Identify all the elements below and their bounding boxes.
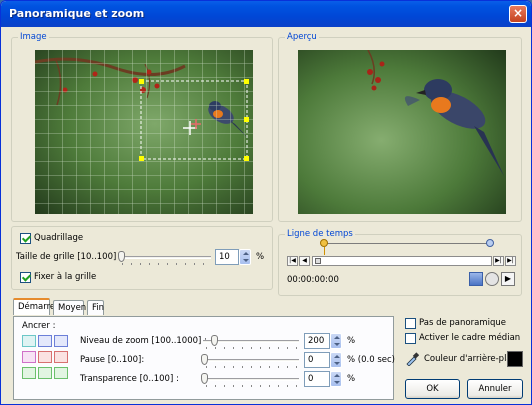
timeline-last-button[interactable]: ▶| [505,256,516,266]
close-icon: × [512,6,524,20]
timeline-group: Ligne de temps |◀ ◀ ▶| ▶| 00:00:00:00 ▶ [278,229,522,296]
anchor-top-left[interactable] [22,335,36,347]
image-group-label: Image [18,32,49,42]
dialog-body: Image Aperçu Quadrillage Taille de grill… [1,27,531,404]
pause-slider-ticks [206,366,298,368]
anchor-top-right[interactable] [54,335,68,347]
tab-middle[interactable]: Moyen [53,300,86,315]
timeline-end-marker[interactable] [486,239,494,247]
timeline-play-icon[interactable]: ▶ [501,272,515,286]
transparency-slider-ticks [206,385,298,387]
timeline-scrubber[interactable] [312,256,492,266]
timeline-position-tick [324,247,325,255]
cancel-button[interactable]: Annuler [467,379,523,399]
timeline-settings-icon[interactable] [485,272,499,286]
timeline-start-marker[interactable] [320,239,328,247]
anchor-bottom-left[interactable] [22,367,36,379]
no-pan-checkbox[interactable] [405,318,416,329]
grid-size-unit: % [256,252,265,262]
pause-input[interactable]: 0 [304,352,330,368]
preview-group-label: Aperçu [285,32,319,42]
eyedropper-icon[interactable] [405,352,420,367]
ok-button[interactable]: OK [405,379,460,399]
timeline-time: 00:00:00:00 [287,275,339,285]
transparency-slider-thumb[interactable] [201,373,208,384]
background-color-swatch[interactable] [507,351,523,367]
anchor-center[interactable] [38,351,52,363]
close-button[interactable]: × [509,5,527,23]
zoom-level-unit: % [347,336,356,346]
anchor-top-center[interactable] [38,335,52,347]
grid-size-input[interactable]: 10 [215,249,239,265]
grid-size-ticks [122,263,210,265]
transparency-input[interactable]: 0 [304,371,330,387]
transparency-unit: % [347,374,356,384]
image-group: Image [11,32,273,222]
image-canvas[interactable] [35,50,253,214]
timeline-range-line [324,243,490,244]
pause-spinner[interactable] [330,352,342,368]
median-frame-label: Activer le cadre médian [419,333,521,343]
anchor-bottom-right[interactable] [54,367,68,379]
show-grid-checkbox[interactable] [20,233,31,244]
timeline-label: Ligne de temps [285,229,355,239]
transparency-spinner[interactable] [330,371,342,387]
median-frame-checkbox[interactable] [405,333,416,344]
pause-slider-track[interactable] [203,359,299,362]
window-title: Panoramique et zoom [9,7,145,20]
grid-size-label: Taille de grille [10..100] : [16,252,122,262]
timeline-scrubber-thumb[interactable] [315,258,321,264]
transparency-label: Transparence [0..100] : [80,374,179,384]
transparency-slider-track[interactable] [203,378,299,381]
preview-canvas [298,50,506,214]
tab-strip: Démarrer Moyen Fin [13,298,153,317]
anchor-middle-right[interactable] [54,351,68,363]
tab-start[interactable]: Démarrer [13,298,59,315]
preview-group: Aperçu [278,32,522,222]
grid-size-spinner[interactable] [239,249,251,265]
no-pan-label: Pas de panoramique [419,318,506,328]
source-photo [35,50,253,214]
zoom-level-label: Niveau de zoom [100..1000] : [80,336,207,346]
zoom-slider-thumb[interactable] [211,335,218,346]
grid-size-slider-track[interactable] [119,256,211,259]
timeline-prev-button[interactable]: ◀ [299,256,310,266]
anchor-middle-left[interactable] [22,351,36,363]
pause-slider-thumb[interactable] [201,354,208,365]
show-grid-label: Quadrillage [34,233,84,243]
zoom-slider-ticks [206,347,298,349]
tab-end[interactable]: Fin [87,300,104,315]
grid-size-slider-thumb[interactable] [118,251,125,262]
zoom-level-input[interactable]: 200 [304,333,330,349]
pause-unit: % (0.0 sec) [347,355,395,365]
timeline-next-button[interactable]: ▶| [493,256,504,266]
timeline-first-button[interactable]: |◀ [287,256,298,266]
title-bar[interactable]: Panoramique et zoom × [1,1,531,27]
snap-to-grid-label: Fixer à la grille [34,272,97,282]
grid-options-group: Quadrillage Taille de grille [10..100] :… [11,226,273,290]
anchor-label: Ancrer : [22,321,56,331]
snap-to-grid-checkbox[interactable] [20,272,31,283]
preview-photo [298,50,506,214]
pause-label: Pause [0..100]: [80,355,145,365]
anchor-bottom-center[interactable] [38,367,52,379]
dialog-window: Panoramique et zoom × Image Aperçu Quadr… [0,0,532,405]
timeline-save-icon[interactable] [469,272,483,286]
tab-panel-start: Ancrer : Niveau de zoom [100..1000] : 20… [13,316,395,400]
zoom-level-spinner[interactable] [330,333,342,349]
